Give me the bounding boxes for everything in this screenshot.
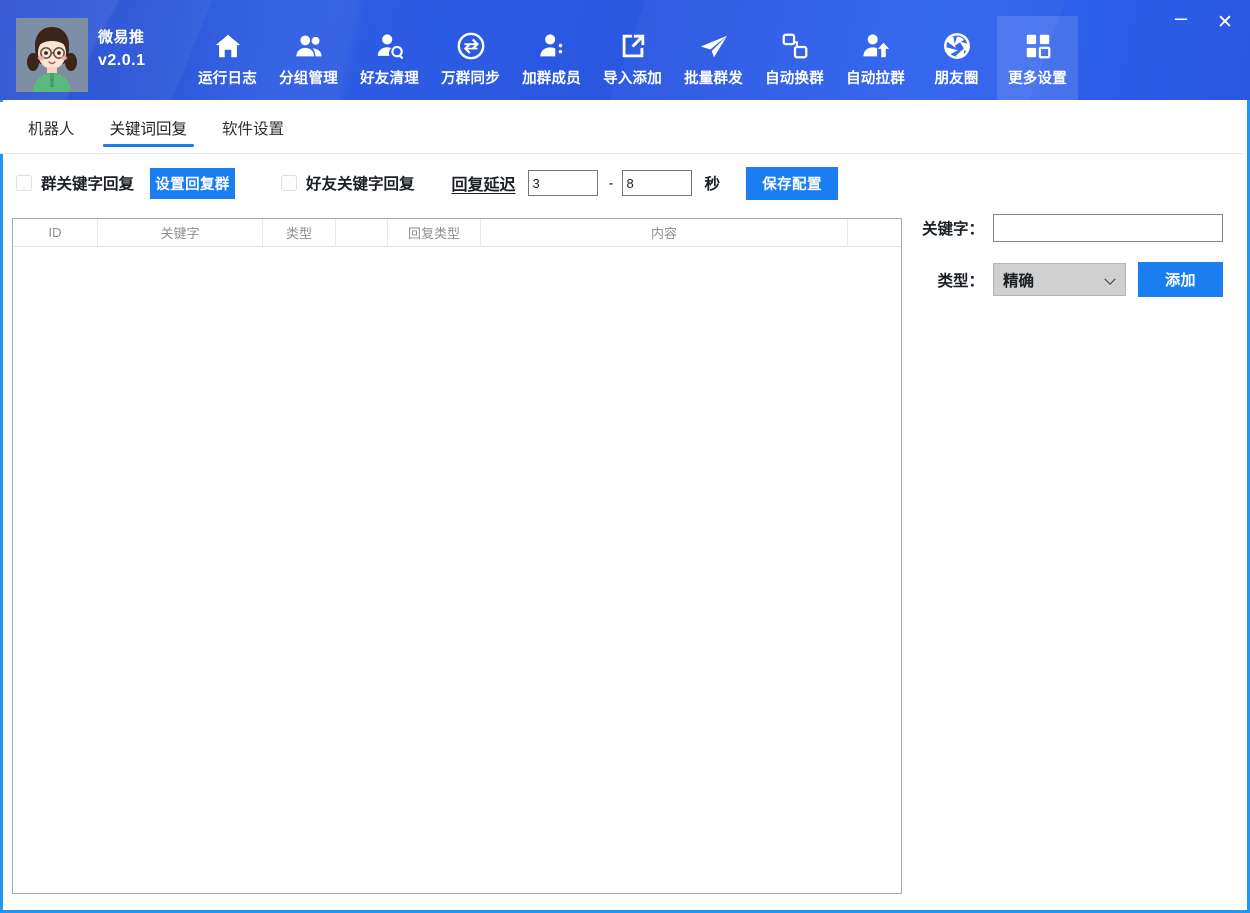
friend-keyword-reply-checkbox[interactable]: 好友关键字回复 <box>281 172 415 194</box>
group-keyword-reply-checkbox[interactable]: 群关键字回复 <box>16 172 134 194</box>
friend-keyword-reply-label: 好友关键字回复 <box>306 172 415 194</box>
toolbar-item-11[interactable]: 更多设置 <box>997 16 1078 100</box>
keyword-input[interactable] <box>993 214 1223 242</box>
toolbar-item-3[interactable]: 好友清理 <box>349 16 430 100</box>
sync-circle-icon <box>452 28 490 64</box>
toolbar-item-label: 导入添加 <box>603 67 662 88</box>
table-column-header-1[interactable]: ID <box>13 219 98 246</box>
brand-name: 微易推 <box>98 27 178 49</box>
delay-range-separator: - <box>609 175 614 192</box>
toolbar-item-label: 加群成员 <box>522 67 581 88</box>
app-header: 微易推 v2.0.1 运行日志 分组管理 好友清理 万群同步 加群成员 导入添加 批量群发 自… <box>0 0 1250 100</box>
type-select-value: 精确 <box>1003 269 1034 291</box>
close-button[interactable]: ✕ <box>1210 8 1240 36</box>
tab-3[interactable]: 软件设置 <box>209 103 297 153</box>
toolbar-item-9[interactable]: 自动拉群 <box>835 16 916 100</box>
chevron-down-icon <box>1104 273 1115 284</box>
grid-squares-icon <box>1019 28 1057 64</box>
group-keyword-reply-label: 群关键字回复 <box>41 172 134 194</box>
toolbar-item-1[interactable]: 运行日志 <box>187 16 268 100</box>
brand: 微易推 v2.0.1 <box>98 27 178 72</box>
aperture-icon <box>938 28 976 64</box>
toolbar-item-label: 运行日志 <box>198 67 257 88</box>
keyword-table: ID关键字类型 回复类型内容 <box>12 218 902 894</box>
type-label: 类型： <box>916 269 993 291</box>
table-column-header-3[interactable]: 类型 <box>263 219 336 246</box>
table-column-header-2[interactable]: 关键字 <box>98 219 263 246</box>
toolbar-item-2[interactable]: 分组管理 <box>268 16 349 100</box>
seconds-label: 秒 <box>705 172 721 194</box>
toolbar-item-4[interactable]: 万群同步 <box>430 16 511 100</box>
add-button[interactable]: 添加 <box>1138 262 1223 297</box>
toolbar-item-label: 朋友圈 <box>934 67 978 88</box>
minimize-button[interactable]: – <box>1166 8 1196 36</box>
table-header-row: ID关键字类型 回复类型内容 <box>13 219 901 247</box>
brand-version: v2.0.1 <box>98 49 178 72</box>
delay-min-input[interactable] <box>528 170 598 196</box>
save-config-button[interactable]: 保存配置 <box>746 167 838 200</box>
import-arrow-icon <box>614 28 652 64</box>
checkbox-box <box>16 175 32 191</box>
type-select[interactable]: 精确 <box>993 263 1126 296</box>
tab-2[interactable]: 关键词回复 <box>97 103 201 153</box>
table-column-header-7[interactable] <box>848 219 901 246</box>
tab-label: 软件设置 <box>222 117 284 139</box>
user-search-icon <box>371 28 409 64</box>
toolbar-item-6[interactable]: 导入添加 <box>592 16 673 100</box>
table-column-header-6[interactable]: 内容 <box>481 219 848 246</box>
toolbar-item-label: 更多设置 <box>1008 67 1067 88</box>
toolbar-item-8[interactable]: 自动换群 <box>754 16 835 100</box>
home-icon <box>209 28 247 64</box>
checkbox-box <box>281 175 297 191</box>
toolbar-item-label: 分组管理 <box>279 67 338 88</box>
delay-max-input[interactable] <box>622 170 692 196</box>
toolbar-item-5[interactable]: 加群成员 <box>511 16 592 100</box>
tab-label: 关键词回复 <box>110 117 188 139</box>
keyword-field-row: 关键字： <box>916 214 1236 242</box>
table-column-header-5[interactable]: 回复类型 <box>388 219 481 246</box>
set-reply-group-button[interactable]: 设置回复群 <box>150 168 235 199</box>
user-add-dots-icon <box>533 28 571 64</box>
type-field-row: 类型： 精确 添加 <box>916 262 1236 297</box>
tab-1[interactable]: 机器人 <box>15 103 88 153</box>
tab-bar: 机器人 关键词回复 软件设置 <box>0 102 1244 154</box>
add-keyword-panel: 关键字： 类型： 精确 添加 <box>916 214 1236 297</box>
tab-label: 机器人 <box>28 117 75 139</box>
main-toolbar: 运行日志 分组管理 好友清理 万群同步 加群成员 导入添加 批量群发 自动换群 自动拉群 朋友圈 更… <box>187 16 1078 100</box>
keyword-label: 关键字： <box>916 217 993 239</box>
user-up-arrow-icon <box>857 28 895 64</box>
toolbar-item-label: 批量群发 <box>684 67 743 88</box>
options-bar: 群关键字回复 设置回复群 好友关键字回复 回复延迟 - 秒 保存配置 <box>0 158 1244 208</box>
reply-delay-label: 回复延迟 <box>452 171 516 195</box>
toolbar-item-10[interactable]: 朋友圈 <box>916 16 997 100</box>
toolbar-item-label: 万群同步 <box>441 67 500 88</box>
two-squares-icon <box>776 28 814 64</box>
toolbar-item-label: 自动换群 <box>765 67 824 88</box>
table-body[interactable] <box>13 247 901 893</box>
toolbar-item-7[interactable]: 批量群发 <box>673 16 754 100</box>
toolbar-item-label: 自动拉群 <box>846 67 905 88</box>
toolbar-item-label: 好友清理 <box>360 67 419 88</box>
table-column-header-4[interactable] <box>336 219 388 246</box>
avatar <box>16 18 88 92</box>
group-users-icon <box>290 28 328 64</box>
window-controls: – ✕ <box>1166 8 1240 36</box>
paper-plane-icon <box>695 28 733 64</box>
app-window: 微易推 v2.0.1 运行日志 分组管理 好友清理 万群同步 加群成员 导入添加 批量群发 自… <box>0 0 1250 913</box>
